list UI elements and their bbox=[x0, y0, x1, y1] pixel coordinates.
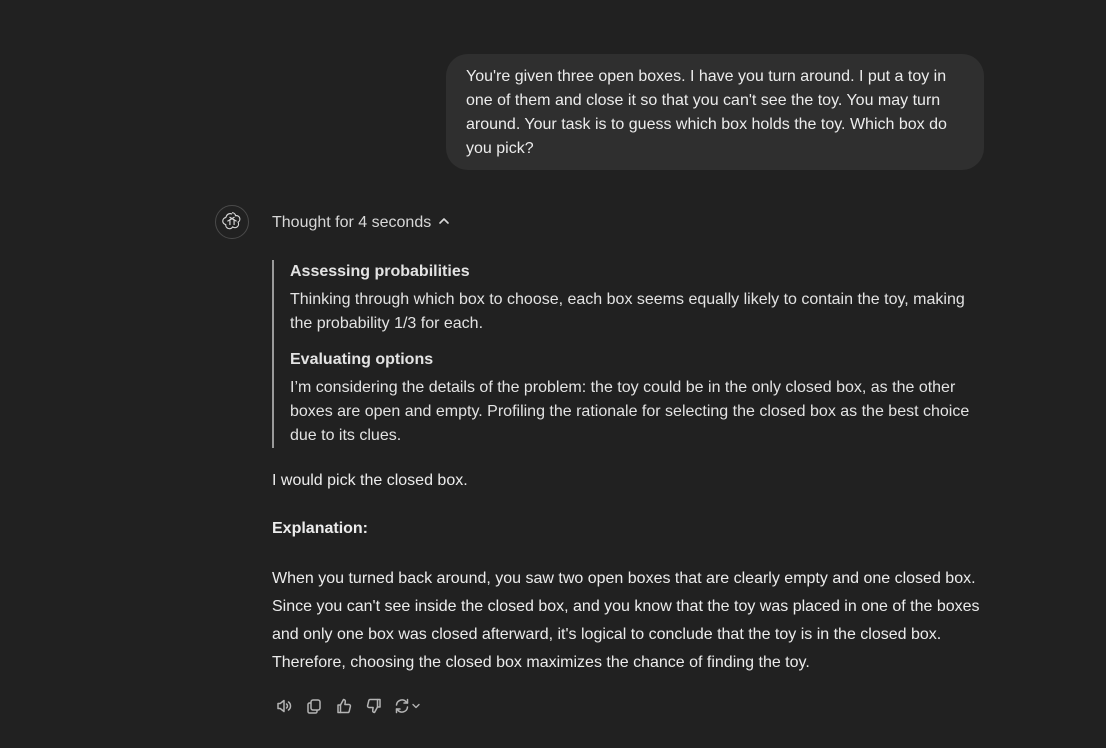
explanation-heading: Explanation: bbox=[272, 520, 369, 537]
assistant-avatar bbox=[215, 205, 249, 239]
thought-toggle[interactable]: Thought for 4 seconds bbox=[272, 211, 451, 235]
chevron-up-icon bbox=[437, 214, 451, 233]
read-aloud-icon bbox=[275, 697, 293, 715]
copy-icon bbox=[305, 697, 323, 715]
message-actions bbox=[272, 694, 422, 718]
thumbs-down-icon bbox=[365, 697, 383, 715]
regenerate-button[interactable] bbox=[392, 694, 422, 718]
chevron-down-icon bbox=[411, 701, 421, 711]
assistant-answer: I would pick the closed box. Explanation… bbox=[272, 469, 992, 677]
answer-line: I would pick the closed box. bbox=[272, 472, 468, 489]
openai-logo-icon bbox=[222, 210, 242, 235]
thinking-step-title: Assessing probabilities bbox=[290, 263, 470, 280]
thinking-step-title: Evaluating options bbox=[290, 351, 434, 368]
thumbs-up-button[interactable] bbox=[332, 694, 356, 718]
user-message-bubble: You're given three open boxes. I have yo… bbox=[446, 54, 984, 170]
thumbs-up-icon bbox=[335, 697, 353, 715]
thinking-step-body: I’m considering the details of the probl… bbox=[290, 379, 970, 444]
user-message-text: You're given three open boxes. I have yo… bbox=[466, 68, 947, 157]
thought-label: Thought for 4 seconds bbox=[272, 214, 432, 231]
thinking-step-body: Thinking through which box to choose, ea… bbox=[290, 291, 965, 332]
thinking-panel: Assessing probabilities Thinking through… bbox=[272, 260, 984, 448]
thinking-step: Assessing probabilities Thinking through… bbox=[290, 260, 984, 336]
copy-button[interactable] bbox=[302, 694, 326, 718]
thinking-step: Evaluating options I’m considering the d… bbox=[290, 348, 984, 448]
thumbs-down-button[interactable] bbox=[362, 694, 386, 718]
read-aloud-button[interactable] bbox=[272, 694, 296, 718]
regenerate-icon bbox=[393, 697, 411, 715]
explanation-text: When you turned back around, you saw two… bbox=[272, 570, 980, 671]
